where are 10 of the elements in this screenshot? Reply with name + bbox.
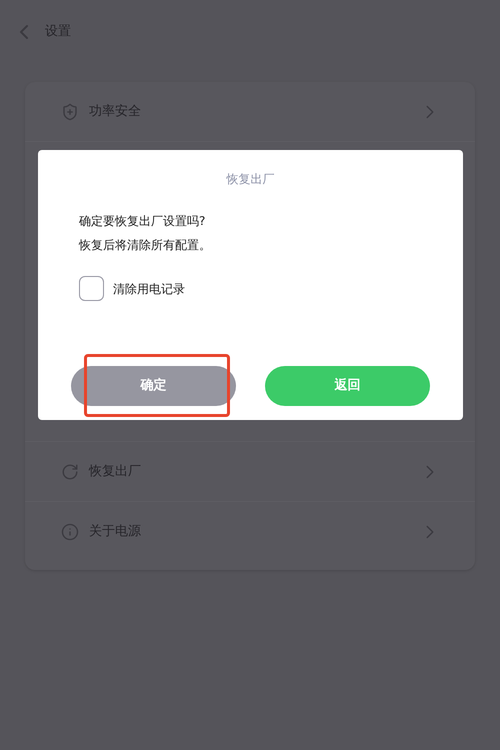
dialog-message: 恢复后将清除所有配置。 [79,237,212,254]
checkbox[interactable] [79,276,104,301]
checkbox-label[interactable]: 清除用电记录 [113,280,185,298]
back-button[interactable]: 返回 [265,366,430,406]
shield-plus-icon [61,102,79,120]
refresh-icon [61,462,79,480]
info-icon [61,523,79,541]
dialog-message: 确定要恢复出厂设置吗? [79,213,206,230]
confirm-button[interactable]: 确定 [71,366,236,406]
dialog-title: 恢复出厂 [226,171,274,188]
